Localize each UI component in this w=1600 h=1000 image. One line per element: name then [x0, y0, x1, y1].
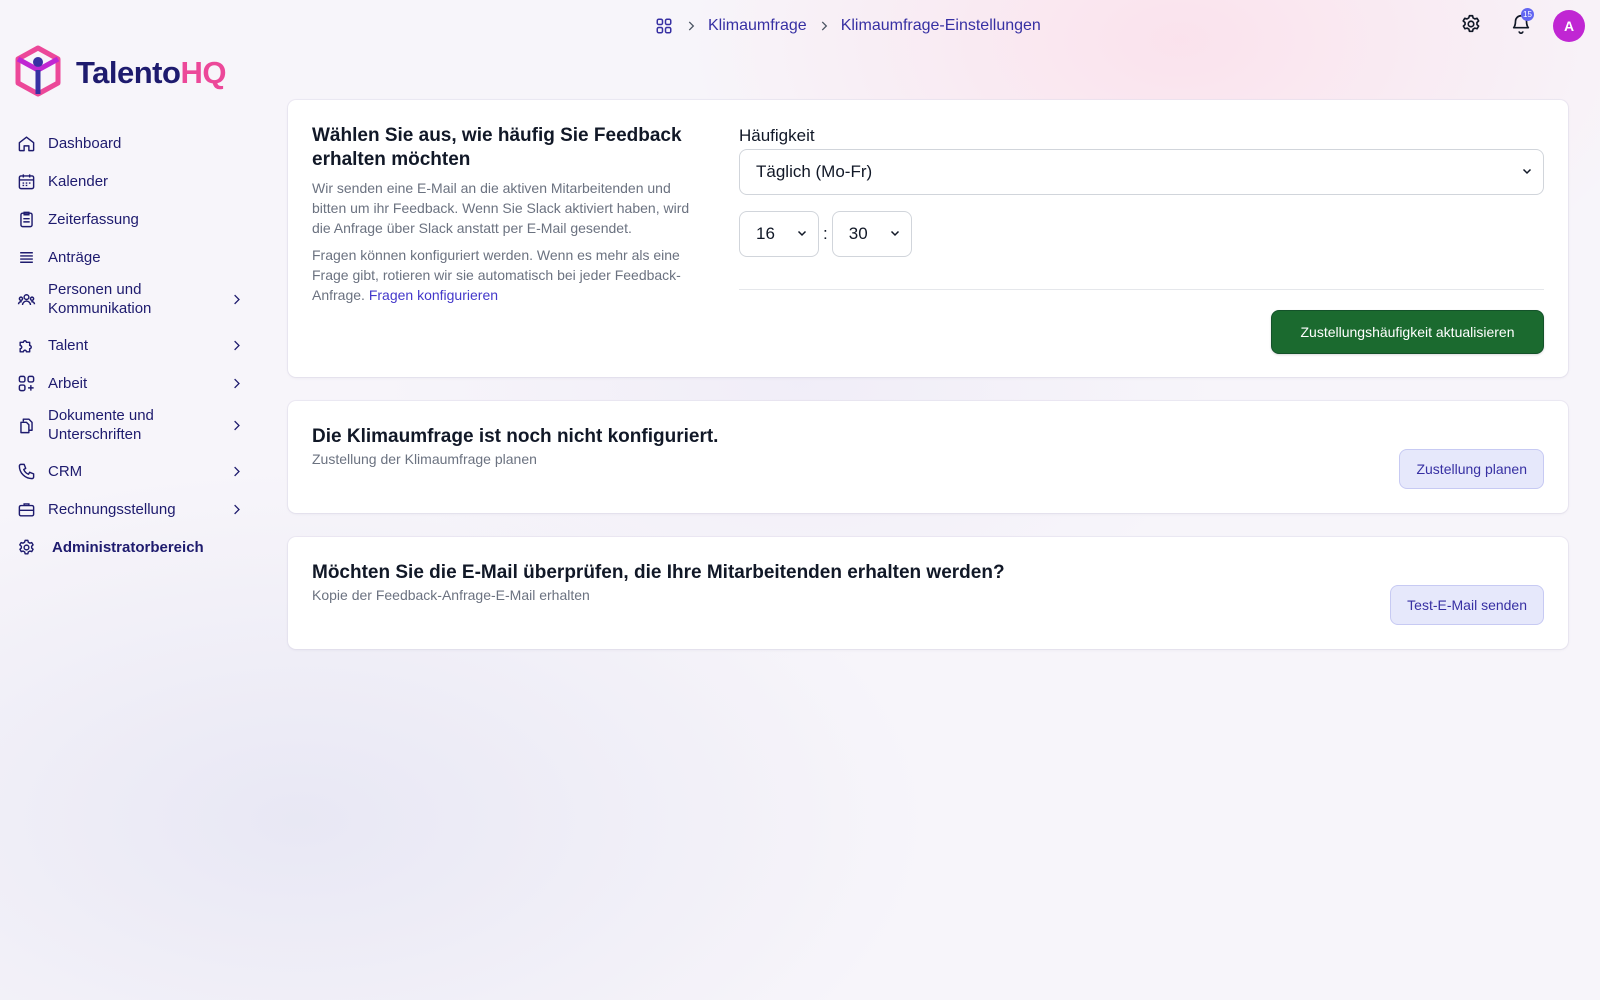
frequency-description: Wir senden eine E-Mail an die aktiven Mi… — [312, 180, 690, 236]
sidebar-item-label: Talent — [48, 336, 89, 354]
update-frequency-button[interactable]: Zustellungshäufigkeit aktualisieren — [1271, 310, 1544, 354]
frequency-label: Häufigkeit — [739, 126, 815, 145]
sidebar-item-label: CRM — [48, 462, 83, 480]
chevron-right-icon — [226, 415, 246, 435]
minute-select-value: 30 — [848, 224, 868, 243]
chevron-right-icon — [226, 499, 246, 519]
sidebar-item-talent[interactable]: Talent — [16, 326, 246, 364]
puzzle-icon — [16, 335, 36, 355]
list-icon — [16, 247, 36, 267]
chevron-down-icon — [889, 224, 901, 244]
apps-add-icon — [16, 373, 36, 393]
frequency-form: Häufigkeit Täglich (Mo-Fr) 16 : 30 — [739, 126, 1544, 290]
sidebar-item-zeiterfassung[interactable]: Zeiterfassung — [16, 200, 246, 238]
frequency-select[interactable]: Täglich (Mo-Fr) — [739, 149, 1544, 195]
questions-description: Fragen können konfiguriert werden. Wenn … — [312, 247, 681, 303]
sidebar-nav: Dashboard Kalender Zeiterfassung Anträge… — [16, 124, 246, 566]
chevron-right-icon — [817, 19, 831, 33]
sidebar-item-label: Kalender — [48, 172, 109, 190]
hour-select[interactable]: 16 — [739, 211, 819, 257]
time-row: 16 : 30 — [739, 211, 1544, 257]
documents-icon — [16, 415, 36, 435]
calendar-icon — [16, 171, 36, 191]
sidebar-item-label: Rechnungsstellung — [48, 500, 176, 518]
sidebar-item-crm[interactable]: CRM — [16, 452, 246, 490]
sidebar-item-label: Administratorbereich — [52, 538, 204, 556]
brand-logo-icon — [14, 45, 62, 102]
home-icon — [16, 133, 36, 153]
apps-grid-icon[interactable] — [654, 16, 674, 36]
top-actions: 15 A — [1455, 8, 1585, 42]
sidebar-item-rechnungsstellung[interactable]: Rechnungsstellung — [16, 490, 246, 528]
time-separator: : — [823, 224, 828, 243]
sidebar-item-label: Dokumente und Unterschriften — [48, 407, 154, 443]
sidebar-item-label: Personen und Kommunikation — [48, 281, 152, 317]
sidebar-item-administratorbereich[interactable]: Administratorbereich — [16, 528, 246, 566]
divider — [739, 289, 1544, 290]
frequency-card: Wählen Sie aus, wie häufig Sie Feedback … — [288, 100, 1568, 377]
sidebar-item-label: Dashboard — [48, 134, 122, 152]
chevron-down-icon — [796, 224, 808, 244]
clipboard-icon — [16, 209, 36, 229]
sidebar-item-personen[interactable]: Personen und Kommunikation — [16, 276, 246, 322]
test-email-subtitle: Kopie der Feedback-Anfrage-E-Mail erhalt… — [312, 587, 590, 603]
avatar[interactable]: A — [1553, 10, 1585, 42]
frequency-title: Wählen Sie aus, wie häufig Sie Feedback … — [312, 125, 682, 170]
phone-icon — [16, 461, 36, 481]
minute-select[interactable]: 30 — [831, 211, 912, 257]
sidebar-item-antraege[interactable]: Anträge — [16, 238, 246, 276]
sidebar-item-label: Zeiterfassung — [48, 210, 139, 228]
schedule-subtitle: Zustellung der Klimaumfrage planen — [312, 451, 537, 467]
chevron-right-icon — [226, 461, 246, 481]
frequency-select-value: Täglich (Mo-Fr) — [756, 162, 873, 181]
schedule-delivery-button[interactable]: Zustellung planen — [1399, 449, 1544, 489]
breadcrumb-klimaumfrage[interactable]: Klimaumfrage — [708, 17, 807, 35]
schedule-title: Die Klimaumfrage ist noch nicht konfigur… — [312, 426, 719, 447]
sidebar-item-dokumente[interactable]: Dokumente und Unterschriften — [16, 402, 246, 448]
breadcrumb: Klimaumfrage Klimaumfrage-Einstellungen — [654, 14, 1041, 38]
chevron-down-icon — [1521, 162, 1533, 182]
send-test-email-button[interactable]: Test-E-Mail senden — [1390, 585, 1544, 625]
chevron-right-icon — [226, 289, 246, 309]
chevron-right-icon — [684, 19, 698, 33]
sidebar-item-label: Anträge — [48, 248, 101, 266]
sidebar-item-kalender[interactable]: Kalender — [16, 162, 246, 200]
users-icon — [16, 289, 36, 309]
gear-icon — [1460, 13, 1482, 40]
notifications-button[interactable]: 15 — [1505, 8, 1537, 42]
sidebar-item-dashboard[interactable]: Dashboard — [16, 124, 246, 162]
test-email-card: Möchten Sie die E-Mail überprüfen, die I… — [288, 537, 1568, 649]
settings-button[interactable] — [1455, 10, 1487, 42]
chevron-right-icon — [226, 335, 246, 355]
sidebar-item-label: Arbeit — [48, 374, 88, 392]
hour-select-value: 16 — [756, 224, 775, 243]
test-email-title: Möchten Sie die E-Mail überprüfen, die I… — [312, 562, 1005, 583]
chevron-right-icon — [226, 373, 246, 393]
frequency-intro: Wählen Sie aus, wie häufig Sie Feedback … — [312, 124, 704, 312]
logo[interactable]: TalentoHQ — [14, 45, 226, 102]
gear-icon — [16, 537, 36, 557]
brand-name: TalentoHQ — [76, 55, 226, 90]
schedule-card: Die Klimaumfrage ist noch nicht konfigur… — [288, 401, 1568, 513]
sidebar-item-arbeit[interactable]: Arbeit — [16, 364, 246, 402]
notification-badge: 15 — [1521, 8, 1534, 21]
breadcrumb-einstellungen[interactable]: Klimaumfrage-Einstellungen — [841, 17, 1041, 35]
briefcase-icon — [16, 499, 36, 519]
configure-questions-link[interactable]: Fragen konfigurieren — [369, 287, 498, 303]
